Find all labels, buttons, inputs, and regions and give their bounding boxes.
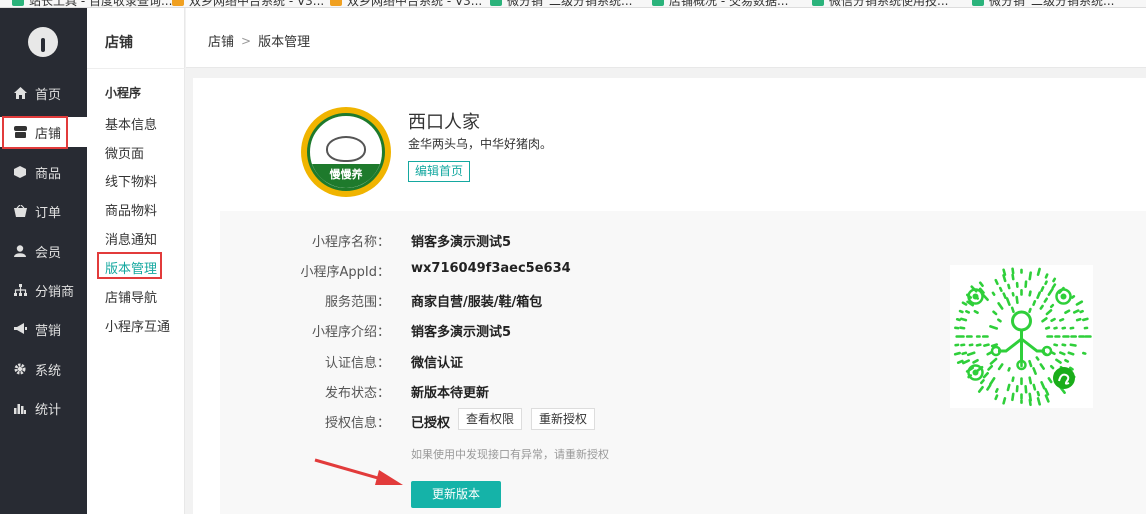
sitemap-icon xyxy=(13,283,27,297)
bookmark-item[interactable]: 双乡网络中台系统 - V3... xyxy=(172,0,324,7)
bookmark-icon xyxy=(330,0,342,6)
highlight-box xyxy=(97,252,162,279)
info-label: 小程序AppId： xyxy=(300,265,390,280)
subnav-item-offline-materials[interactable]: 线下物料 xyxy=(105,171,157,190)
bookmark-icon xyxy=(490,0,502,6)
bookmark-icon xyxy=(172,0,184,6)
breadcrumb: 店铺 > 版本管理 xyxy=(208,31,311,51)
divider xyxy=(87,68,185,69)
bookmark-item[interactable]: 微分销_二级分销系统... xyxy=(972,0,1114,7)
info-label: 小程序名称： xyxy=(311,235,390,250)
breadcrumb-root[interactable]: 店铺 xyxy=(208,31,234,50)
nav-item-products[interactable]: 商品 xyxy=(0,157,87,187)
page-header: 店铺 > 版本管理 xyxy=(186,8,1146,68)
nav-item-home[interactable]: 首页 xyxy=(0,78,87,108)
bookmark-icon xyxy=(972,0,984,6)
user-icon xyxy=(13,244,27,258)
subnav-item-notifications[interactable]: 消息通知 xyxy=(105,229,157,248)
main-sidebar: 首页 店铺 商品 订单 会员 分销商 营销 系统 统计 xyxy=(0,8,87,514)
subnav-item-product-materials[interactable]: 商品物料 xyxy=(105,200,157,219)
bookmarks-bar: 站长工具 - 百度收录查询... 双乡网络中台系统 - V3... 双乡网络中台… xyxy=(0,0,1146,8)
info-value: 商家自营/服装/鞋/箱包 xyxy=(411,295,543,310)
update-version-button[interactable]: 更新版本 xyxy=(411,481,501,508)
subnav-item-store-navigation[interactable]: 店铺导航 xyxy=(105,287,157,306)
nav-item-orders[interactable]: 订单 xyxy=(0,196,87,226)
authorization-status: 已授权 xyxy=(411,416,451,431)
basket-icon xyxy=(13,204,27,218)
info-label: 服务范围： xyxy=(324,295,390,310)
megaphone-icon xyxy=(13,322,27,336)
breadcrumb-separator: > xyxy=(241,33,252,48)
bookmark-item[interactable]: 店铺概况 - 交易数据... xyxy=(652,0,788,7)
bookmark-item[interactable]: 双乡网络中台系统 - V3... xyxy=(330,0,482,7)
nav-item-distributors[interactable]: 分销商 xyxy=(0,275,87,305)
edit-homepage-button[interactable]: 编辑首页 xyxy=(408,161,471,182)
nav-item-marketing[interactable]: 营销 xyxy=(0,314,87,344)
shop-name: 西口人家 xyxy=(408,112,480,133)
subnav-item-mini-program-link[interactable]: 小程序互通 xyxy=(105,316,170,335)
info-value: wx716049f3aec5e634 xyxy=(411,261,571,276)
highlight-box xyxy=(2,116,68,149)
version-card: 慢慢养 西口人家 金华两头乌，中华好猪肉。 编辑首页 小程序名称： 销客多演示测… xyxy=(193,78,1146,514)
info-value: 新版本待更新 xyxy=(411,386,490,401)
annotation-arrow xyxy=(314,458,403,485)
info-label: 授权信息： xyxy=(324,416,390,431)
home-icon xyxy=(13,86,27,100)
breadcrumb-current: 版本管理 xyxy=(258,35,311,50)
nav-item-statistics[interactable]: 统计 xyxy=(0,393,87,423)
bookmark-item[interactable]: 站长工具 - 百度收录查询... xyxy=(12,0,172,7)
pig-icon xyxy=(326,136,366,162)
gear-icon xyxy=(13,362,27,376)
subnav-group-title: 小程序 xyxy=(105,86,142,100)
cube-icon xyxy=(13,165,27,179)
mini-program-code xyxy=(950,265,1093,408)
info-value: 销客多演示测试5 xyxy=(411,325,512,340)
reauthorize-hint: 如果使用中发现接口有异常，请重新授权 xyxy=(411,448,609,461)
subnav-title: 店铺 xyxy=(105,35,133,51)
shop-logo: 慢慢养 xyxy=(301,107,391,197)
shop-slogan: 金华两头乌，中华好猪肉。 xyxy=(408,137,553,151)
bookmark-icon xyxy=(652,0,664,6)
info-label: 认证信息： xyxy=(324,356,390,371)
bookmark-icon xyxy=(12,0,24,6)
subnav-item-basic-info[interactable]: 基本信息 xyxy=(105,114,157,133)
info-value: 微信认证 xyxy=(411,356,464,371)
bookmark-item[interactable]: 微分销_二级分销系统... xyxy=(490,0,632,7)
view-permissions-button[interactable]: 查看权限 xyxy=(458,408,523,430)
app-logo[interactable] xyxy=(28,27,58,57)
info-label: 发布状态： xyxy=(324,386,390,401)
info-label: 小程序介绍： xyxy=(311,325,390,340)
info-value: 销客多演示测试5 xyxy=(411,235,512,250)
nav-item-system[interactable]: 系统 xyxy=(0,354,87,384)
bookmark-icon xyxy=(812,0,824,6)
nav-item-members[interactable]: 会员 xyxy=(0,236,87,266)
subnav-item-micro-pages[interactable]: 微页面 xyxy=(105,143,144,162)
reauthorize-button[interactable]: 重新授权 xyxy=(531,408,596,430)
bar-chart-icon xyxy=(13,401,27,415)
bookmark-item[interactable]: 微信分销系统使用技... xyxy=(812,0,948,7)
